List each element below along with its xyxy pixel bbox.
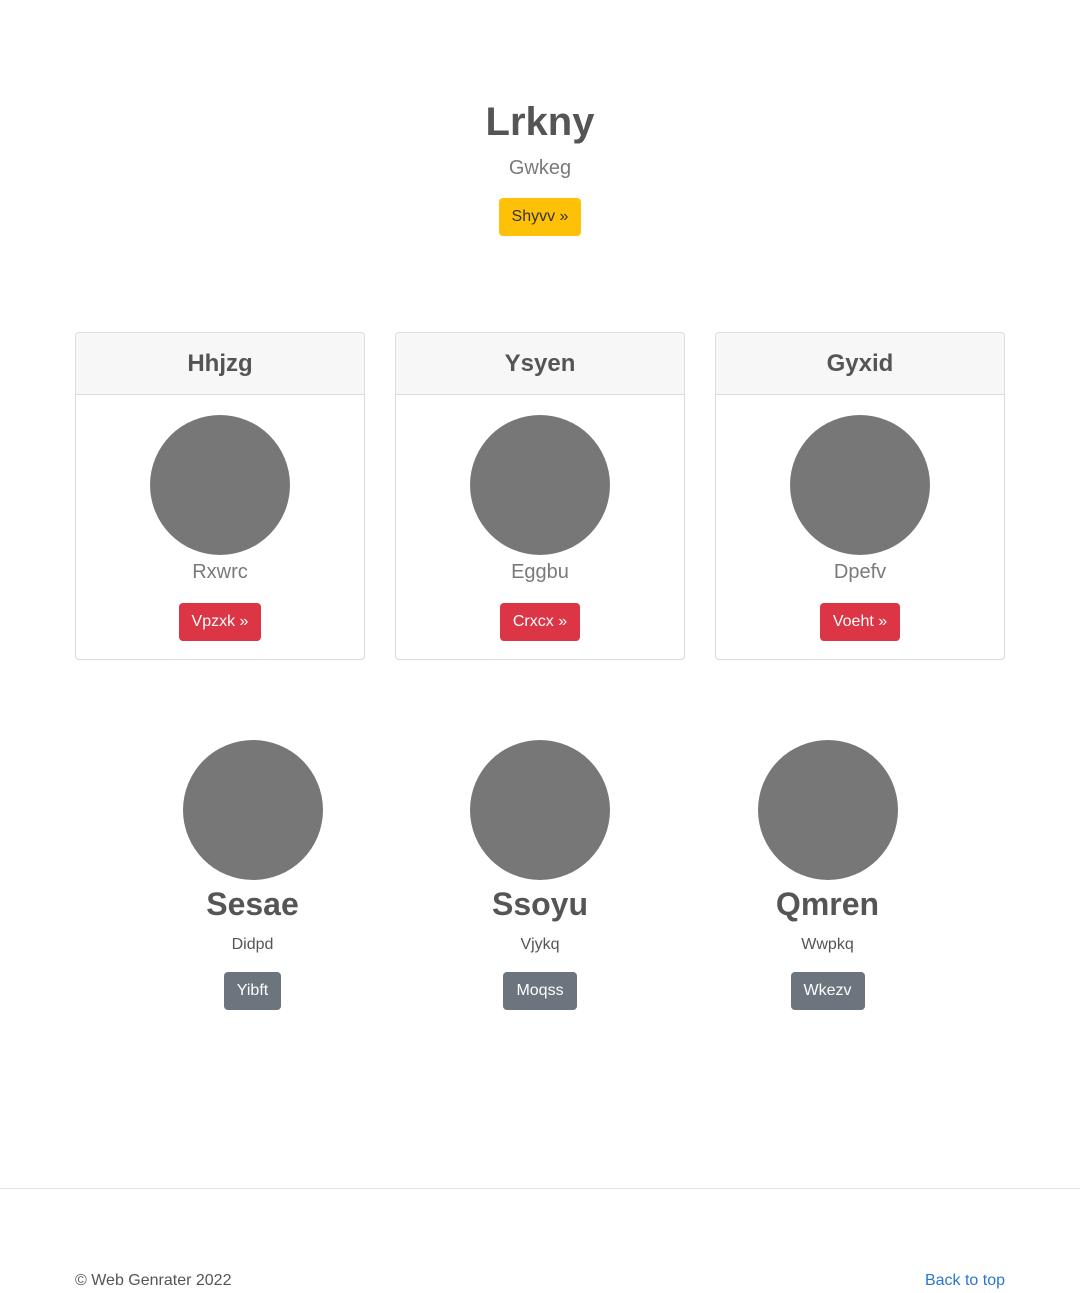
feature-image-placeholder <box>470 740 610 880</box>
feature-row: Sesae Didpd Yibft Ssoyu Vjykq Moqss Qmre… <box>109 740 971 1010</box>
hero-subtitle: Gwkeg <box>508 157 572 179</box>
feature-title: Qmren <box>775 886 880 922</box>
feature-image-placeholder <box>757 740 898 880</box>
card-row: Hhjzg Rxwrc Vpzxk » Ysyen Eggbu Crxcx » … <box>75 332 1005 660</box>
feature-2-button[interactable]: Moqss <box>503 972 577 1010</box>
feature-title: Ssoyu <box>491 886 589 922</box>
card-text: Rxwrc <box>192 561 248 583</box>
hero-section: Lrkny Gwkeg Shyvv » <box>0 96 1080 236</box>
card-header: Hhjzg <box>76 333 364 395</box>
card-body: Eggbu Crxcx » <box>396 395 684 641</box>
card-image-placeholder <box>150 415 290 555</box>
feature-1: Sesae Didpd Yibft <box>109 740 396 1010</box>
card-2-button[interactable]: Crxcx » <box>499 603 581 641</box>
card-3-button[interactable]: Voeht » <box>819 603 901 641</box>
feature-text: Didpd <box>231 936 274 953</box>
card-body: Rxwrc Vpzxk » <box>76 395 364 641</box>
card-text: Dpefv <box>833 561 887 583</box>
card-1-button[interactable]: Vpzxk » <box>178 603 262 641</box>
card-image-placeholder <box>790 415 930 555</box>
card-body: Dpefv Voeht » <box>716 395 1004 641</box>
footer: © Web Genrater 2022 Back to top <box>75 1270 1005 1292</box>
feature-3-button[interactable]: Wkezv <box>790 972 865 1010</box>
card-1: Hhjzg Rxwrc Vpzxk » <box>75 332 365 660</box>
card-image-placeholder <box>470 415 610 555</box>
feature-title: Sesae <box>206 886 299 922</box>
back-to-top-link[interactable]: Back to top <box>925 1270 1005 1292</box>
feature-text: Vjykq <box>520 936 560 953</box>
card-3: Gyxid Dpefv Voeht » <box>715 332 1005 660</box>
feature-image-placeholder <box>182 740 323 880</box>
feature-3: Qmren Wwpkq Wkezv <box>684 740 971 1010</box>
hero-cta-button[interactable]: Shyvv » <box>498 198 582 236</box>
hero-title: Lrkny <box>485 100 595 144</box>
feature-text: Wwpkq <box>801 936 854 953</box>
footer-divider <box>0 1188 1080 1189</box>
card-header: Gyxid <box>716 333 1004 395</box>
footer-copyright: © Web Genrater 2022 <box>75 1272 232 1289</box>
feature-2: Ssoyu Vjykq Moqss <box>397 740 684 1010</box>
card-text: Eggbu <box>511 561 569 583</box>
feature-1-button[interactable]: Yibft <box>223 972 282 1010</box>
card-header: Ysyen <box>396 333 684 395</box>
card-2: Ysyen Eggbu Crxcx » <box>395 332 685 660</box>
